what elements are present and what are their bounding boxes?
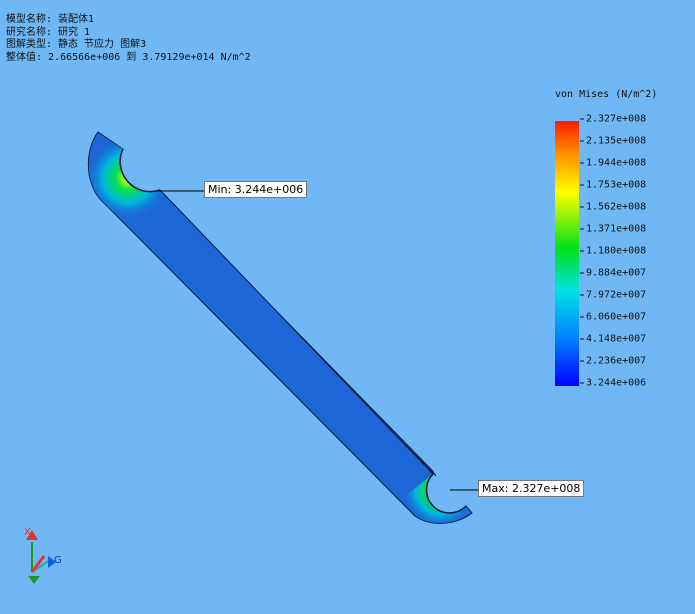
legend-tick-label: 7.972e+007 bbox=[580, 290, 646, 301]
legend-tick-label: 2.327e+008 bbox=[580, 114, 646, 125]
g-axis-label: G bbox=[54, 555, 62, 566]
legend-tick-label: 1.562e+008 bbox=[580, 202, 646, 213]
legend-tick-label: 1.371e+008 bbox=[580, 224, 646, 235]
axis-triad[interactable] bbox=[26, 530, 56, 584]
legend-tick-label: 2.135e+008 bbox=[580, 136, 646, 147]
legend-tick-label: 3.244e+006 bbox=[580, 378, 646, 389]
legend-title: von Mises (N/m^2) bbox=[555, 89, 658, 100]
min-stress-label[interactable]: Min: 3.244e+006 bbox=[204, 181, 308, 198]
max-stress-label[interactable]: Max: 2.327e+008 bbox=[478, 480, 585, 497]
legend-tick-label: 4.148e+007 bbox=[580, 334, 646, 345]
stress-colorbar bbox=[555, 121, 579, 386]
x-axis-label: X bbox=[24, 527, 31, 538]
legend-tick-label: 9.884e+007 bbox=[580, 268, 646, 279]
legend-tick-label: 6.060e+007 bbox=[580, 312, 646, 323]
legend-tick-label: 2.236e+007 bbox=[580, 356, 646, 367]
legend-tick-label: 1.944e+008 bbox=[580, 158, 646, 169]
legend-tick-label: 1.753e+008 bbox=[580, 180, 646, 191]
legend-tick-label: 1.180e+008 bbox=[580, 246, 646, 257]
